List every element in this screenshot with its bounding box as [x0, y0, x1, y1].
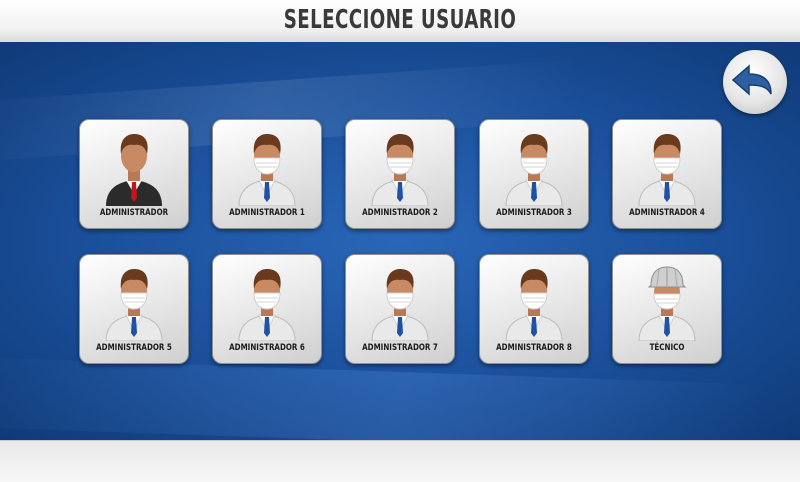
masked-operator-icon	[238, 134, 296, 206]
user-label: ADMINISTRADOR 8	[496, 343, 572, 353]
user-tile-tecnico[interactable]: TÉCNICO	[612, 254, 722, 364]
user-tile-administrador-2[interactable]: ADMINISTRADOR 2	[345, 119, 455, 229]
header-bar: SELECCIONE USUARIO	[0, 0, 800, 43]
masked-operator-icon	[505, 134, 563, 206]
businessman-icon	[106, 134, 162, 206]
user-tile-administrador-5[interactable]: ADMINISTRADOR 5	[79, 254, 189, 364]
masked-operator-icon	[505, 269, 563, 341]
user-label: ADMINISTRADOR 7	[362, 343, 438, 353]
page-title: SELECCIONE USUARIO	[283, 5, 517, 35]
user-tile-administrador-6[interactable]: ADMINISTRADOR 6	[212, 254, 322, 364]
user-grid: ADMINISTRADOR ADMINISTRADOR 1 ADMINISTRA…	[79, 119, 722, 364]
user-label: TÉCNICO	[649, 343, 685, 353]
user-tile-administrador-7[interactable]: ADMINISTRADOR 7	[345, 254, 455, 364]
user-label: ADMINISTRADOR 1	[229, 208, 305, 218]
user-label: ADMINISTRADOR 4	[629, 208, 705, 218]
user-tile-administrador-4[interactable]: ADMINISTRADOR 4	[612, 119, 722, 229]
user-label: ADMINISTRADOR	[99, 208, 169, 218]
masked-operator-icon	[638, 134, 696, 206]
back-button[interactable]	[723, 50, 787, 114]
masked-operator-icon	[238, 269, 296, 341]
user-tile-administrador-1[interactable]: ADMINISTRADOR 1	[212, 119, 322, 229]
user-tile-administrador-8[interactable]: ADMINISTRADOR 8	[479, 254, 589, 364]
user-label: ADMINISTRADOR 5	[96, 343, 172, 353]
footer-bar	[0, 440, 800, 482]
technician-helmet-icon	[638, 266, 696, 341]
user-label: ADMINISTRADOR 3	[496, 208, 572, 218]
masked-operator-icon	[371, 134, 429, 206]
background-streak	[0, 356, 800, 440]
user-tile-administrador-3[interactable]: ADMINISTRADOR 3	[479, 119, 589, 229]
user-label: ADMINISTRADOR 6	[229, 343, 305, 353]
user-label: ADMINISTRADOR 2	[362, 208, 438, 218]
back-arrow-icon	[731, 64, 772, 96]
masked-operator-icon	[371, 269, 429, 341]
masked-operator-icon	[105, 269, 163, 341]
user-tile-administrador[interactable]: ADMINISTRADOR	[79, 119, 189, 229]
